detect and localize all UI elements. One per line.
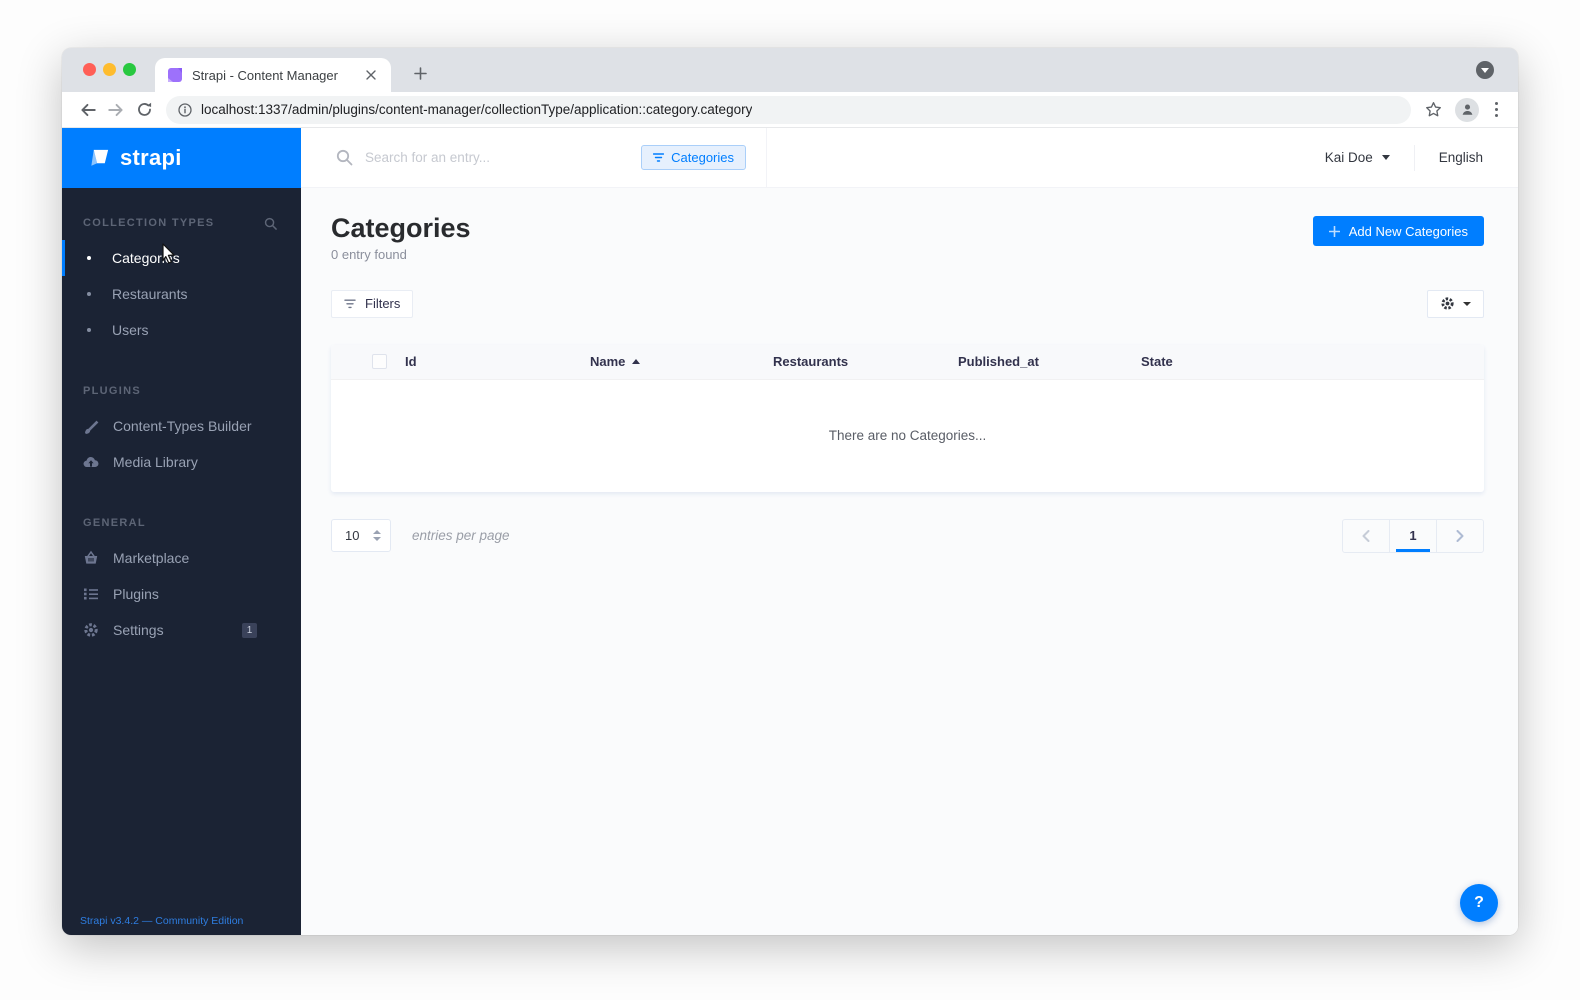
url-text: localhost:1337/admin/plugins/content-man… (201, 102, 753, 117)
previous-page-button[interactable] (1343, 520, 1389, 552)
sidebar-item-label: Content-Types Builder (113, 418, 252, 434)
language-selector[interactable]: English (1439, 150, 1483, 165)
table-header-row: Id Name Restaurants Published_at State (331, 344, 1484, 380)
section-title-collection-types: COLLECTION TYPES (83, 217, 215, 229)
sidebar-item-plugins[interactable]: Plugins (62, 576, 301, 612)
per-page-value: 10 (345, 528, 360, 544)
plus-icon (1328, 225, 1340, 237)
browser-profile-chevron-icon[interactable] (1476, 61, 1494, 79)
gear-icon (1441, 297, 1454, 310)
column-header-restaurants[interactable]: Restaurants (773, 354, 958, 369)
bullet-icon (87, 328, 91, 332)
sidebar-item-users[interactable]: Users (62, 312, 301, 348)
back-button[interactable] (74, 96, 102, 124)
tab-close-icon[interactable] (363, 67, 379, 83)
column-header-id[interactable]: Id (405, 354, 590, 369)
sidebar-item-marketplace[interactable]: Marketplace (62, 540, 301, 576)
browser-tabstrip: Strapi - Content Manager (62, 48, 1518, 92)
user-name: Kai Doe (1324, 150, 1373, 165)
minimize-window-button[interactable] (103, 63, 116, 76)
filter-icon (344, 299, 356, 308)
new-tab-button[interactable] (406, 59, 434, 87)
user-menu[interactable]: Kai Doe (1325, 150, 1390, 165)
browser-menu-icon[interactable] (1487, 98, 1506, 121)
chip-label: Categories (671, 150, 734, 165)
sidebar-item-restaurants[interactable]: Restaurants (62, 276, 301, 312)
sidebar-item-label: Users (112, 322, 149, 338)
sidebar-item-label: Plugins (113, 586, 159, 602)
reload-button[interactable] (130, 96, 158, 124)
divider (1413, 144, 1415, 171)
filters-button[interactable]: Filters (331, 289, 414, 318)
search-icon (336, 149, 353, 166)
add-button-label: Add New Categories (1348, 223, 1468, 239)
zoom-window-button[interactable] (123, 63, 136, 76)
strapi-favicon-icon (167, 67, 183, 83)
close-window-button[interactable] (83, 63, 96, 76)
browser-window: Strapi - Content Manager localhost:1337/… (62, 48, 1518, 935)
bookmark-star-icon[interactable] (1419, 96, 1447, 124)
sidebar-search-icon[interactable] (264, 217, 277, 230)
version-link[interactable]: Strapi v3.4.2 — Community Edition (80, 915, 243, 927)
browser-profile-avatar[interactable] (1455, 97, 1479, 122)
cloud-upload-icon (83, 454, 99, 470)
url-bar[interactable]: localhost:1337/admin/plugins/content-man… (166, 95, 1411, 124)
sidebar-item-content-types-builder[interactable]: Content-Types Builder (62, 408, 301, 444)
entries-table: Id Name Restaurants Published_at State T… (331, 344, 1484, 492)
entry-count: 0 entry found (331, 246, 407, 262)
section-title-general: GENERAL (83, 517, 146, 529)
strapi-logo-icon (88, 147, 111, 170)
site-info-icon[interactable] (178, 102, 192, 117)
sidebar-item-media-library[interactable]: Media Library (62, 444, 301, 480)
empty-state-message: There are no Categories... (828, 428, 987, 444)
pagination: 1 (1342, 518, 1484, 553)
gear-icon (83, 622, 99, 638)
entries-per-page-select[interactable]: 10 (331, 519, 391, 553)
browser-toolbar: localhost:1337/admin/plugins/content-man… (62, 92, 1518, 128)
section-title-plugins: PLUGINS (83, 385, 141, 397)
forward-button[interactable] (102, 96, 130, 124)
bullet-icon (87, 256, 91, 260)
sidebar-item-settings[interactable]: Settings 1 (62, 612, 301, 648)
sidebar-item-label: Settings (113, 622, 164, 638)
strapi-logo-text: strapi (120, 145, 182, 170)
sidebar-item-label: Restaurants (112, 286, 188, 302)
tab-title: Strapi - Content Manager (192, 67, 338, 83)
per-page-label: entries per page (412, 528, 510, 544)
sidebar-item-label: Marketplace (113, 550, 190, 566)
sidebar-item-label: Media Library (113, 454, 198, 470)
next-page-button[interactable] (1437, 520, 1483, 552)
bullet-icon (87, 292, 91, 296)
column-header-published-at[interactable]: Published_at (958, 354, 1141, 369)
sidebar-item-label: Categories (112, 250, 180, 266)
sidebar: strapi COLLECTION TYPES Categories Resta… (62, 128, 301, 935)
paintbrush-icon (83, 418, 99, 434)
settings-badge: 1 (242, 622, 257, 638)
sidebar-item-categories[interactable]: Categories (62, 240, 301, 276)
search-filter-chip[interactable]: Categories (641, 145, 746, 170)
browser-tab[interactable]: Strapi - Content Manager (155, 58, 391, 92)
list-icon (83, 586, 99, 602)
view-settings-button[interactable] (1427, 289, 1484, 318)
help-button[interactable]: ? (1460, 884, 1498, 922)
search-input[interactable] (365, 150, 642, 165)
page-title: Categories (331, 213, 471, 243)
traffic-lights (83, 63, 136, 76)
sort-ascending-icon (632, 358, 641, 364)
chevron-down-icon (1463, 301, 1471, 306)
strapi-logo[interactable]: strapi (62, 128, 301, 188)
search-zone: Categories (301, 128, 767, 187)
shopping-basket-icon (83, 550, 99, 566)
chevron-down-icon (1381, 155, 1390, 160)
column-header-name[interactable]: Name (590, 354, 773, 369)
filters-button-label: Filters (365, 296, 401, 312)
select-all-checkbox[interactable] (372, 354, 387, 370)
add-new-categories-button[interactable]: Add New Categories (1312, 216, 1484, 246)
column-header-state[interactable]: State (1141, 354, 1484, 369)
content-topbar: Categories Kai Doe English (301, 128, 1518, 188)
stepper-icon[interactable] (373, 520, 381, 551)
page-number[interactable]: 1 (1390, 520, 1436, 552)
